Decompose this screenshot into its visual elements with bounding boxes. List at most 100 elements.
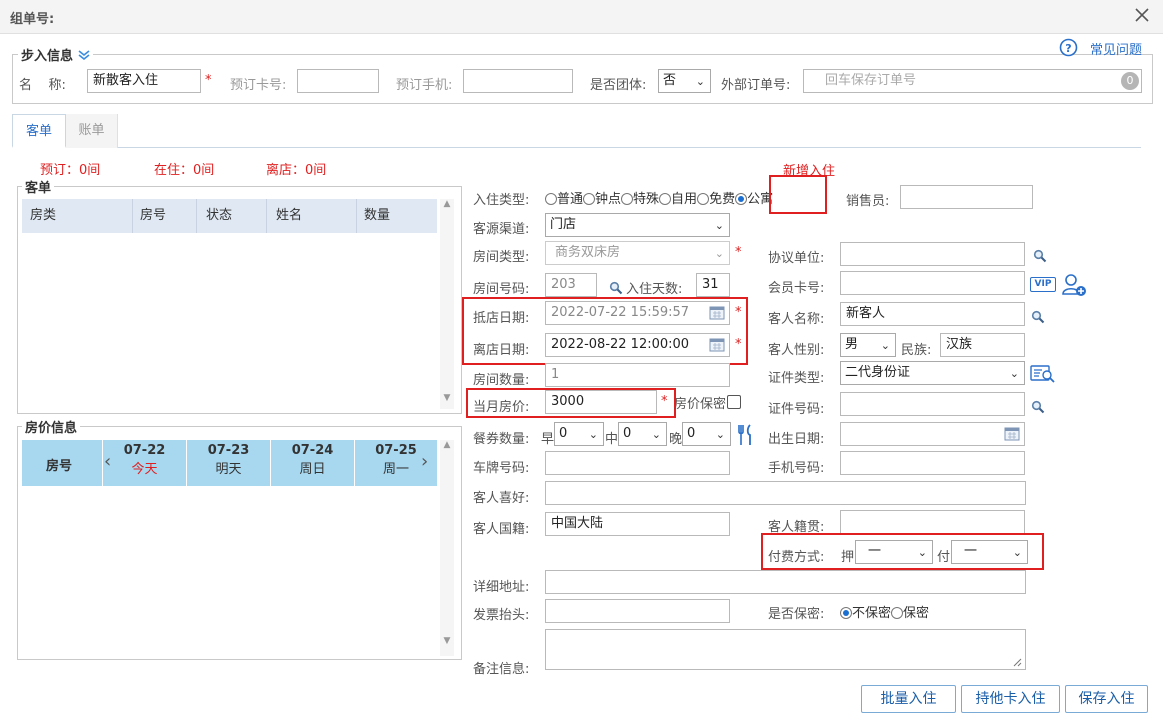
radio-normal[interactable]: 普通 [545, 192, 583, 207]
member-input[interactable] [840, 271, 1025, 295]
invoice-input[interactable] [545, 599, 730, 623]
calendar-icon[interactable] [709, 305, 725, 320]
room-count-input[interactable]: 1 [545, 363, 730, 387]
step-info-legend: 步入信息 [18, 45, 93, 64]
breakfast-select[interactable]: 0 ⌄ [554, 422, 604, 446]
search-icon[interactable] [609, 281, 623, 295]
room-no-label: 房间号码: [473, 282, 530, 297]
external-order-input[interactable]: 回车保存订单号 [803, 69, 1142, 93]
hobby-input[interactable] [545, 481, 1026, 505]
group-select[interactable]: 否 ⌄ [658, 69, 711, 93]
scroll-up-icon[interactable]: ▲ [440, 440, 454, 450]
radio-apartment[interactable]: 公寓 [735, 192, 773, 207]
nationality-input[interactable]: 中国大陆 [545, 512, 730, 536]
col-count[interactable]: 数量 [356, 199, 390, 233]
dinner-select[interactable]: 0 ⌄ [682, 422, 731, 446]
deposit-select[interactable]: 一 ⌄ [855, 540, 933, 564]
radio-hourly[interactable]: 钟点 [583, 192, 621, 207]
name-required: * [205, 73, 212, 88]
plate-input[interactable] [545, 451, 730, 475]
scroll-down-icon[interactable]: ▼ [440, 636, 454, 646]
salesman-input[interactable] [900, 185, 1033, 209]
gender-select[interactable]: 男 ⌄ [840, 333, 896, 357]
booking-card-input[interactable] [297, 69, 379, 93]
birth-input[interactable] [840, 422, 1025, 446]
remark-textarea[interactable] [545, 629, 1026, 670]
day-date: 07-23 [207, 443, 250, 458]
help-link[interactable]: 常见问题 [1090, 39, 1142, 58]
col-status[interactable]: 状态 [196, 199, 232, 233]
add-user-icon[interactable] [1061, 272, 1087, 298]
guest-name-input[interactable]: 新客人 [840, 302, 1025, 326]
nation-input[interactable]: 汉族 [940, 333, 1025, 357]
scroll-down-icon[interactable]: ▼ [440, 393, 454, 403]
save-checkin-button[interactable]: 保存入住 [1065, 685, 1148, 713]
search-icon[interactable] [1031, 310, 1045, 324]
room-no-input[interactable]: 203 [545, 273, 597, 297]
monthly-price-label: 当月房价: [473, 400, 530, 415]
monthly-price-required: * [661, 394, 668, 409]
day-label: 周一 [382, 462, 409, 477]
plate-label: 车牌号码: [473, 461, 530, 476]
chevron-down-icon: ⌄ [651, 428, 661, 441]
pay-select[interactable]: 一 ⌄ [951, 540, 1028, 564]
price-day-1: 07-22 今天 [102, 440, 186, 486]
arrive-input[interactable]: 2022-07-22 15:59:57 [545, 301, 730, 325]
col-room-no[interactable]: 房号 [132, 199, 166, 233]
lunch-select[interactable]: 0 ⌄ [618, 422, 667, 446]
days-label: 入住天数: [626, 282, 683, 297]
search-icon[interactable] [1031, 400, 1045, 414]
birth-label: 出生日期: [768, 432, 825, 447]
id-no-input[interactable] [840, 392, 1025, 416]
radio-not-secret[interactable]: 不保密 [840, 606, 891, 621]
monthly-price-input[interactable]: 3000 [545, 390, 657, 414]
origin-input[interactable] [840, 510, 1025, 534]
price-secret-label: 房价保密 [674, 397, 727, 412]
radio-secret[interactable]: 保密 [891, 606, 929, 621]
mobile-input[interactable] [840, 451, 1025, 475]
id-type-select[interactable]: 二代身份证 ⌄ [840, 361, 1025, 385]
days-input[interactable]: 31 [696, 273, 730, 297]
col-name[interactable]: 姓名 [266, 199, 302, 233]
vip-icon[interactable]: VIP [1030, 277, 1056, 292]
mobile-label: 手机号码: [768, 461, 825, 476]
price-grid-scrollbar[interactable]: ▲ ▼ [440, 440, 454, 656]
tab-guest[interactable]: 客单 [12, 114, 66, 148]
calendar-icon[interactable] [1004, 426, 1020, 441]
id-scan-icon[interactable] [1030, 364, 1056, 384]
radio-special[interactable]: 特殊 [621, 192, 659, 207]
guest-list-legend: 客单 [22, 177, 55, 196]
agreement-input[interactable] [840, 242, 1025, 266]
price-day-4: 07-25 周一 [354, 440, 437, 486]
radio-selfuse[interactable]: 自用 [659, 192, 697, 207]
close-icon[interactable] [1132, 5, 1152, 25]
name-input[interactable]: 新散客入住 [87, 69, 201, 93]
booking-phone-input[interactable] [463, 69, 573, 93]
status-staying: 在住：0间 [154, 163, 215, 178]
scroll-up-icon[interactable]: ▲ [440, 199, 454, 209]
help-icon[interactable]: ? [1059, 38, 1078, 57]
address-input[interactable] [545, 570, 1026, 594]
chevron-down-icon: ⌄ [1009, 367, 1019, 380]
fork-knife-icon[interactable] [736, 424, 756, 446]
radio-free[interactable]: 免费 [697, 192, 735, 207]
other-card-checkin-button[interactable]: 持他卡入住 [961, 685, 1060, 713]
room-type-label: 房间类型: [473, 250, 530, 265]
guest-grid-scrollbar[interactable]: ▲ ▼ [440, 199, 454, 409]
price-secret-checkbox[interactable] [727, 395, 741, 409]
room-type-select[interactable]: 商务双床房 ⌄ [545, 241, 730, 265]
agreement-label: 协议单位: [768, 251, 825, 266]
source-select[interactable]: 门店 ⌄ [545, 213, 730, 237]
leave-input[interactable]: 2022-08-22 12:00:00 [545, 333, 730, 357]
tab-bill[interactable]: 账单 [66, 114, 118, 148]
day-label: 明天 [215, 462, 242, 477]
chevron-down-icon[interactable] [78, 50, 90, 61]
col-room-type[interactable]: 房类 [30, 199, 56, 233]
price-day-2: 07-23 明天 [186, 440, 270, 486]
resize-handle-icon[interactable] [1012, 657, 1022, 667]
search-icon[interactable] [1033, 249, 1047, 263]
calendar-icon[interactable] [709, 337, 725, 352]
guest-name-label: 客人名称: [768, 312, 825, 327]
batch-checkin-button[interactable]: 批量入住 [861, 685, 956, 713]
window-title: 组单号: [10, 12, 55, 27]
